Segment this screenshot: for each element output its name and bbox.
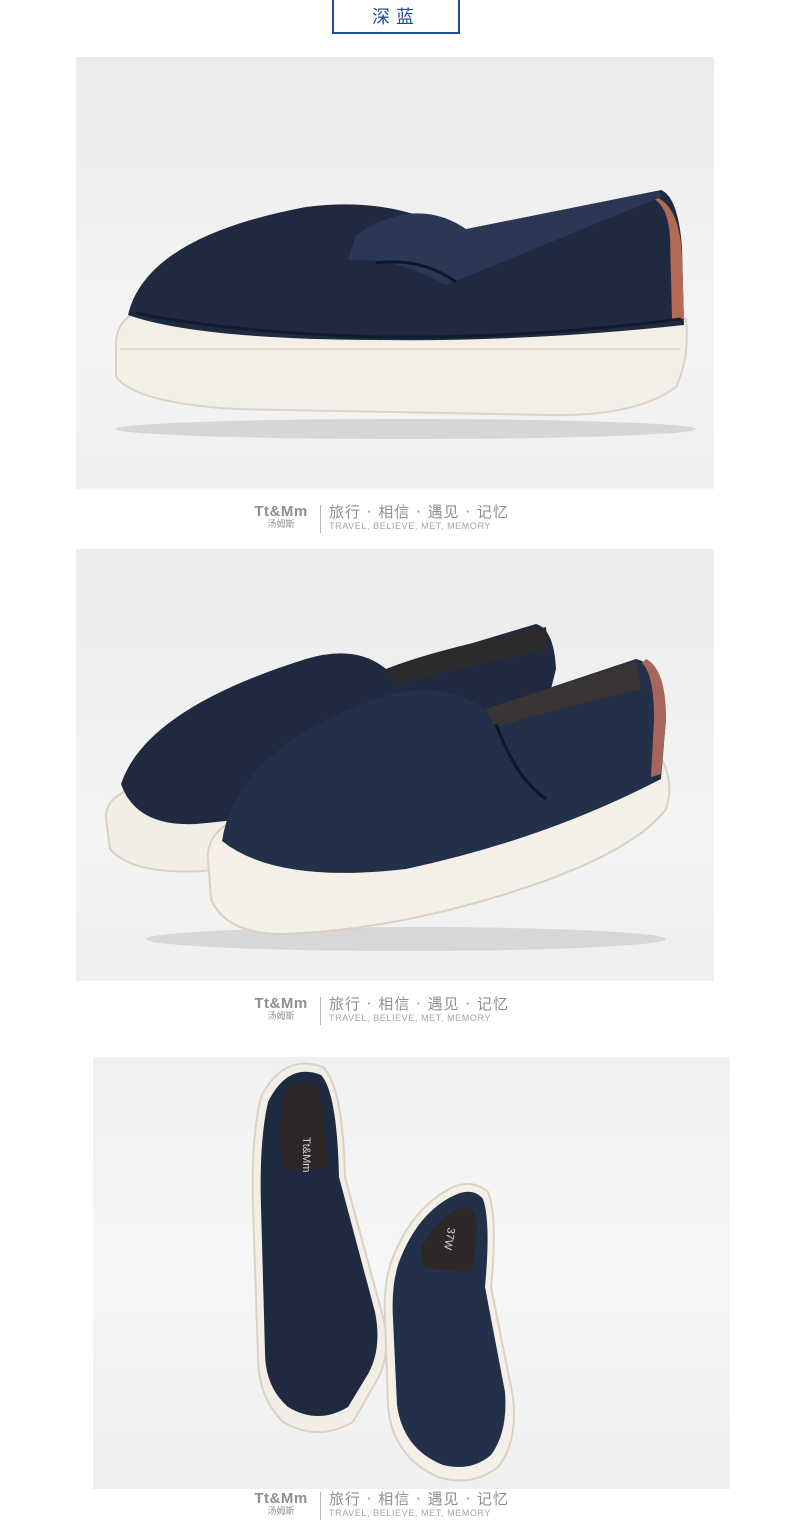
shoe-side-view-illustration [114,190,696,439]
brand-footer-3: Tt&Mm 汤姆斯 旅行 · 相信 · 遇见 · 记忆 TRAVEL, BELI… [0,1490,790,1524]
insole-logo: Tt&Mm [300,1137,312,1172]
shoe-pair-top-view-photo: Tt&Mm 37W [93,1057,730,1489]
shoe-pair-angle-view-photo [76,549,714,981]
brand-footer-2: Tt&Mm 汤姆斯 旅行 · 相信 · 遇见 · 记忆 TRAVEL, BELI… [0,995,790,1029]
brand-logo: Tt&Mm 汤姆斯 [248,995,314,1023]
brand-slogan-cn: 旅行 · 相信 · 遇见 · 记忆 [329,503,509,521]
brand-slogan-en: TRAVEL, BELIEVE, MET, MEMORY [329,1013,492,1023]
brand-slogan: 旅行 · 相信 · 遇见 · 记忆 TRAVEL, BELIEVE, MET, … [329,1490,509,1519]
brand-logo-en: Tt&Mm [254,1490,308,1507]
brand-slogan-en: TRAVEL, BELIEVE, MET, MEMORY [329,521,492,531]
brand-logo-cn: 汤姆斯 [267,520,295,530]
brand-slogan: 旅行 · 相信 · 遇见 · 记忆 TRAVEL, BELIEVE, MET, … [329,995,509,1024]
brand-slogan-cn: 旅行 · 相信 · 遇见 · 记忆 [329,995,509,1013]
brand-divider [320,505,321,533]
brand-divider [320,997,321,1025]
shoe-side-view-photo [76,57,714,489]
brand-slogan-en: TRAVEL, BELIEVE, MET, MEMORY [329,1508,492,1518]
brand-logo: Tt&Mm 汤姆斯 [248,503,314,531]
shoe-pair-top-view-illustration: Tt&Mm 37W [251,1062,515,1482]
brand-logo: Tt&Mm 汤姆斯 [248,1490,314,1518]
brand-slogan: 旅行 · 相信 · 遇见 · 记忆 TRAVEL, BELIEVE, MET, … [329,503,509,532]
brand-logo-en: Tt&Mm [254,995,308,1012]
brand-slogan-cn: 旅行 · 相信 · 遇见 · 记忆 [329,1490,509,1508]
brand-logo-cn: 汤姆斯 [267,1507,295,1517]
brand-logo-en: Tt&Mm [254,503,308,520]
color-variant-tag: 深蓝 [332,0,460,34]
color-variant-label: 深蓝 [372,7,420,28]
shoe-pair-angle-view-illustration [104,624,671,951]
brand-divider [320,1492,321,1520]
brand-footer-1: Tt&Mm 汤姆斯 旅行 · 相信 · 遇见 · 记忆 TRAVEL, BELI… [0,503,790,537]
brand-logo-cn: 汤姆斯 [267,1012,295,1022]
